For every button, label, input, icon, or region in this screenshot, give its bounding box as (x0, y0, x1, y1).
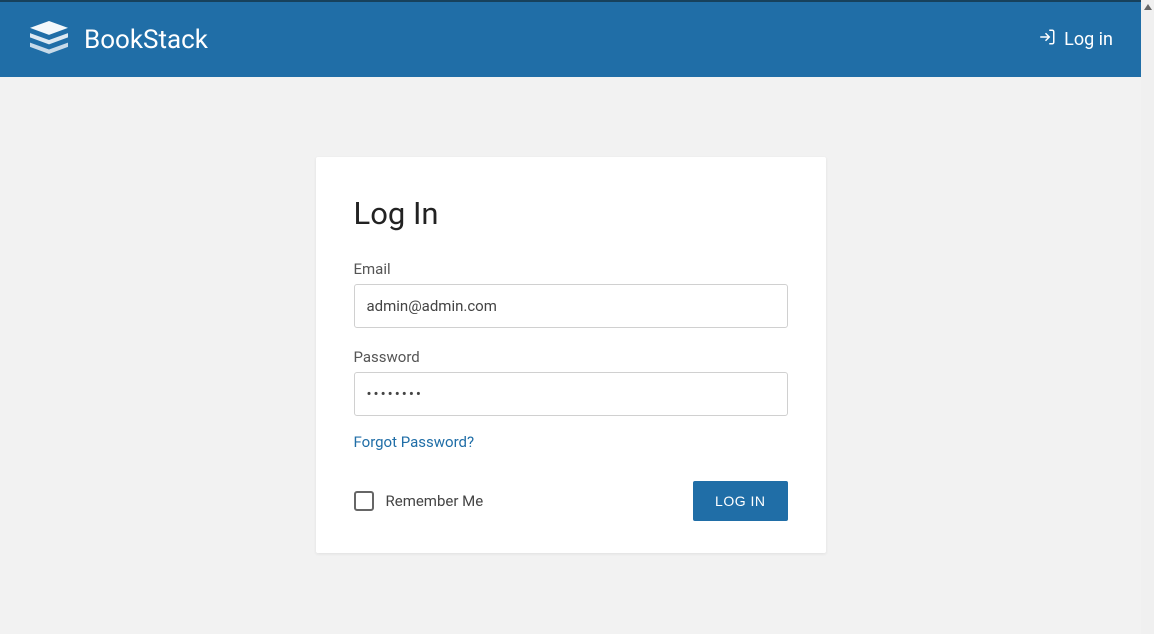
scrollbar-up-icon[interactable] (1141, 0, 1154, 13)
bookstack-logo-icon (28, 21, 70, 59)
password-field[interactable] (354, 372, 788, 416)
login-icon (1038, 28, 1056, 51)
scrollbar[interactable] (1141, 0, 1154, 634)
email-group: Email (354, 260, 788, 348)
header-login-link[interactable]: Log in (1038, 28, 1113, 51)
email-label: Email (354, 260, 788, 278)
login-button[interactable]: LOG IN (693, 481, 787, 521)
forgot-password-link[interactable]: Forgot Password? (354, 433, 475, 451)
login-title: Log In (354, 195, 788, 232)
email-field[interactable] (354, 284, 788, 328)
password-group: Password (354, 348, 788, 432)
password-label: Password (354, 348, 788, 366)
form-footer: Remember Me LOG IN (354, 481, 788, 521)
logo[interactable]: BookStack (28, 21, 208, 59)
main-content: Log In Email Password Forgot Password? R… (0, 77, 1141, 553)
login-card: Log In Email Password Forgot Password? R… (316, 157, 826, 553)
checkbox-icon (354, 491, 374, 511)
app-name: BookStack (84, 25, 208, 55)
header-login-label: Log in (1064, 29, 1113, 50)
remember-me-toggle[interactable]: Remember Me (354, 491, 484, 511)
remember-me-label: Remember Me (386, 492, 484, 510)
app-header: BookStack Log in (0, 2, 1141, 77)
